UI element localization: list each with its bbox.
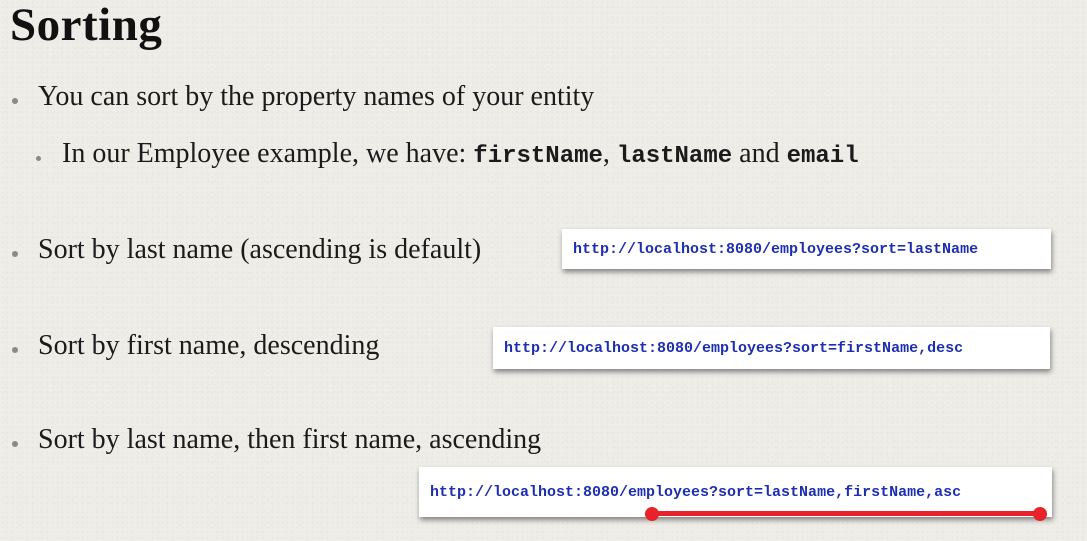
bullet-dot xyxy=(12,251,18,257)
bullet-sort-by-property: You can sort by the property names of yo… xyxy=(38,81,595,112)
url-text: http://localhost:8080/employees?sort=fir… xyxy=(504,339,964,357)
url-text: http://localhost:8080/employees?sort=las… xyxy=(573,240,979,258)
sub-bullet-sep1: , xyxy=(602,138,617,169)
url-box-sort-lastname: http://localhost:8080/employees?sort=las… xyxy=(562,229,1051,269)
sub-bullet-employee-fields: In our Employee example, we have: firstN… xyxy=(62,138,859,170)
example-label-lastname: Sort by last name (ascending is default) xyxy=(38,234,482,265)
highlight-underline xyxy=(651,511,1040,516)
example-label-lastname-firstname-asc: Sort by last name, then first name, asce… xyxy=(38,424,542,455)
example-label-firstname-desc: Sort by first name, descending xyxy=(38,330,380,361)
bullet-dot xyxy=(12,441,18,447)
sub-bullet-dot xyxy=(36,156,41,161)
sub-bullet-prefix: In our Employee example, we have: xyxy=(62,138,474,169)
url-box-sort-firstname-desc: http://localhost:8080/employees?sort=fir… xyxy=(493,327,1050,369)
bullet-dot xyxy=(12,347,18,353)
highlight-start-dot xyxy=(645,507,659,521)
field-email: email xyxy=(786,143,859,170)
bullet-dot xyxy=(12,98,18,104)
url-box-sort-lastname-firstname-asc: http://localhost:8080/employees?sort=las… xyxy=(419,467,1052,517)
field-firstname: firstName xyxy=(473,143,603,170)
sub-bullet-sep2: and xyxy=(732,138,787,169)
highlight-end-dot xyxy=(1033,507,1047,521)
url-text: http://localhost:8080/employees?sort=las… xyxy=(430,483,962,501)
field-lastname: lastName xyxy=(616,143,733,170)
slide-title: Sorting xyxy=(10,0,163,51)
